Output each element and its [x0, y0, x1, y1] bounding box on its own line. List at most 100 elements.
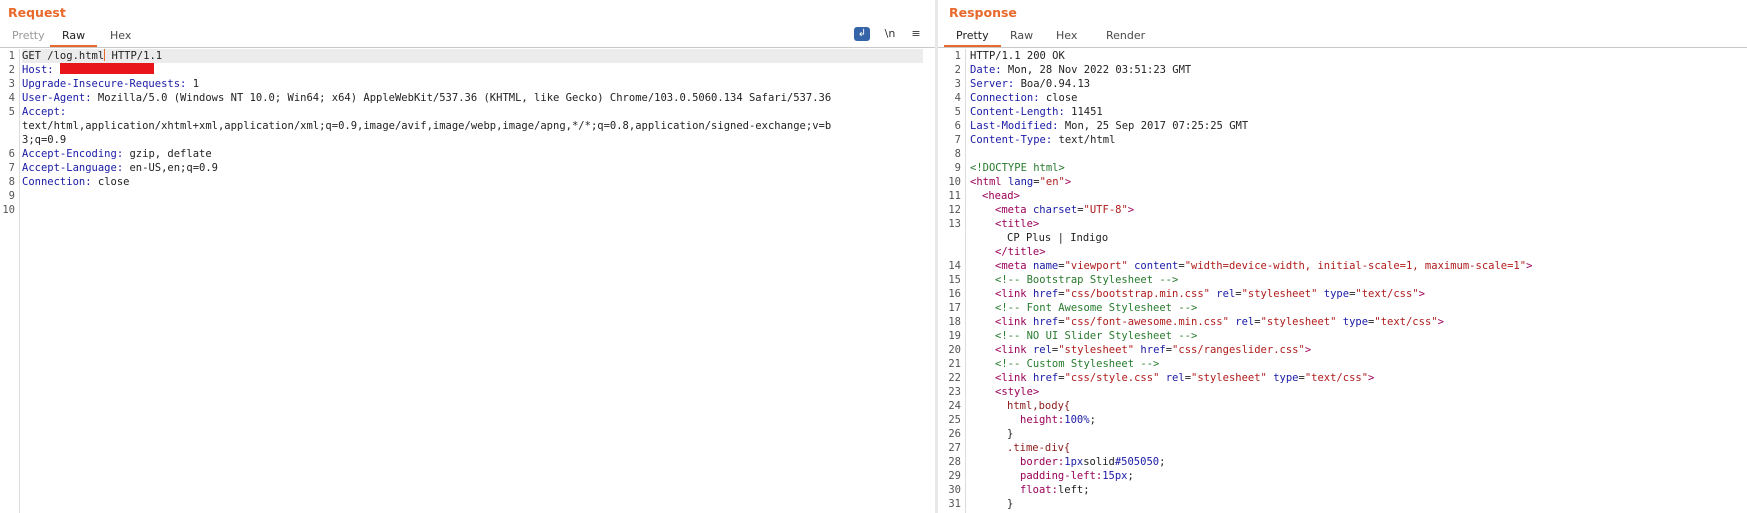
tag: <link [995, 288, 1027, 300]
header-key: Connection: [970, 92, 1040, 104]
css-property: padding-left: [1020, 470, 1103, 482]
response-tab-raw[interactable]: Raw [998, 26, 1045, 47]
attr-value: "text/css" [1355, 288, 1419, 300]
attr-value: "stylesheet" [1260, 316, 1337, 328]
attr-name: rel [1216, 288, 1236, 300]
header-content-length: Content-Length: 11451 [970, 105, 1103, 119]
css-selector: .time-div{ [1007, 442, 1071, 454]
response-editor[interactable]: 1 2 3 4 5 6 7 8 9 10 11 12 13 14 15 16 1… [938, 49, 1747, 513]
attr-name: content [1134, 260, 1179, 272]
response-code: HTTP/1.1 200 OK Date: Mon, 28 Nov 2022 0… [970, 49, 1747, 513]
attr-name: href [1140, 344, 1166, 356]
header-key: Server: [970, 78, 1015, 90]
line-number: 23 [948, 386, 961, 398]
line-number: 22 [948, 372, 961, 384]
line-number: 18 [948, 316, 961, 328]
response-tab-render[interactable]: Render [1094, 26, 1157, 47]
attr-value: "text/css" [1304, 372, 1369, 384]
tag: > [1304, 344, 1312, 356]
css-property: border: [1020, 456, 1065, 468]
request-title: Request [8, 5, 66, 20]
attr-value: "viewport" [1064, 260, 1128, 272]
tag: > [1127, 204, 1135, 216]
request-editor[interactable]: 1 2 3 4 5 6 7 8 9 10 GET /log.html HTTP/… [0, 49, 935, 513]
line-number: 19 [948, 330, 961, 342]
response-tab-pretty[interactable]: Pretty [944, 26, 1001, 47]
link-slider: <link rel="stylesheet" href="css/rangesl… [995, 344, 1312, 356]
header-value: Mon, 25 Sep 2017 07:25:25 GMT [1058, 120, 1249, 132]
menu-icon[interactable]: ≡ [908, 27, 924, 41]
line-number: 21 [948, 358, 961, 370]
attr-name: lang [1007, 176, 1034, 188]
style-open-tag: <style> [995, 385, 1039, 399]
attr-value: "UTF-8" [1083, 204, 1128, 216]
line-number: 6 [954, 120, 961, 132]
line-number: 8 [954, 148, 961, 160]
header-accept-value: text/html,application/xhtml+xml,applicat… [22, 120, 832, 132]
line-number: 28 [948, 456, 961, 468]
response-tabs: Pretty Raw Hex Render [938, 26, 1747, 48]
attr-name: href [1032, 288, 1059, 300]
line-number: 24 [948, 400, 961, 412]
tag: <link [995, 372, 1027, 384]
newline-toggle-button[interactable]: \n [882, 27, 898, 41]
wrap-lines-icon[interactable]: ↲ [854, 27, 870, 41]
comment-slider: <!-- NO UI Slider Stylesheet --> [995, 330, 1198, 342]
css-value: 15px [1102, 470, 1128, 482]
header-key: Connection: [22, 176, 92, 188]
doctype: <!DOCTYPE html> [970, 162, 1065, 174]
header-key: Upgrade-Insecure-Requests: [22, 78, 187, 90]
response-tab-hex[interactable]: Hex [1044, 26, 1089, 47]
attr-value: "css/style.css" [1064, 372, 1160, 384]
css-value: 1px [1064, 456, 1084, 468]
header-value: 1 [186, 78, 200, 90]
line-number: 7 [954, 134, 961, 146]
response-pane: Response Pretty Raw Hex Render 1 2 3 4 5… [938, 0, 1747, 513]
line-number: 13 [948, 218, 961, 230]
request-method-path: GET /log.html [22, 50, 105, 62]
line-number: 20 [948, 344, 961, 356]
request-line: GET /log.html HTTP/1.1 [22, 49, 923, 63]
line-number: 6 [8, 148, 15, 160]
line-number: 1 [8, 50, 15, 62]
line-number: 26 [948, 428, 961, 440]
header-key: Last-Modified: [970, 120, 1059, 132]
header-accept-value-cont: 3;q=0.9 [22, 134, 67, 146]
attr-value: "css/font-awesome.min.css" [1064, 316, 1229, 328]
line-number: 3 [8, 78, 15, 90]
header-key: Accept-Language: [22, 162, 124, 174]
title-text: CP Plus | Indigo [1007, 232, 1109, 244]
css-declaration: float:left; [1020, 483, 1090, 497]
tag: <meta [995, 204, 1027, 216]
css-close-brace: } [1007, 498, 1014, 510]
line-number: 4 [954, 92, 961, 104]
header-connection: Connection: close [970, 91, 1077, 105]
css-selector: html,body{ [1007, 400, 1071, 412]
tag: > [1064, 176, 1072, 188]
request-tab-hex[interactable]: Hex [98, 26, 143, 47]
line-number: 10 [948, 176, 961, 188]
header-user-agent: User-Agent: Mozilla/5.0 (Windows NT 10.0… [22, 91, 831, 105]
tag: > [1368, 372, 1375, 384]
line-number: 9 [954, 162, 961, 174]
css-property: float: [1020, 484, 1058, 496]
css-declaration: height:100%; [1020, 413, 1096, 427]
tag: <head> [982, 190, 1020, 202]
request-tab-raw[interactable]: Raw [50, 26, 98, 47]
request-tabs: Pretty Raw Hex [0, 26, 935, 48]
line-number: 4 [8, 92, 15, 104]
tag: <link [995, 344, 1027, 356]
line-number: 31 [948, 498, 961, 510]
attr-name: rel [1032, 344, 1052, 356]
line-number: 14 [948, 260, 961, 272]
request-gutter: 1 2 3 4 5 6 7 8 9 10 [0, 49, 20, 513]
line-number: 27 [948, 442, 961, 454]
attr-value: "width=device-width, initial-scale=1, ma… [1184, 260, 1527, 272]
html-open-tag: <html lang="en"> [970, 176, 1072, 188]
line-number: 1 [954, 50, 961, 62]
header-value: close [1039, 92, 1078, 104]
header-value: text/html [1052, 134, 1116, 146]
attr-name: rel [1165, 372, 1185, 384]
request-tab-pretty[interactable]: Pretty [0, 26, 57, 47]
css-declaration: padding-left:15px; [1020, 469, 1134, 483]
